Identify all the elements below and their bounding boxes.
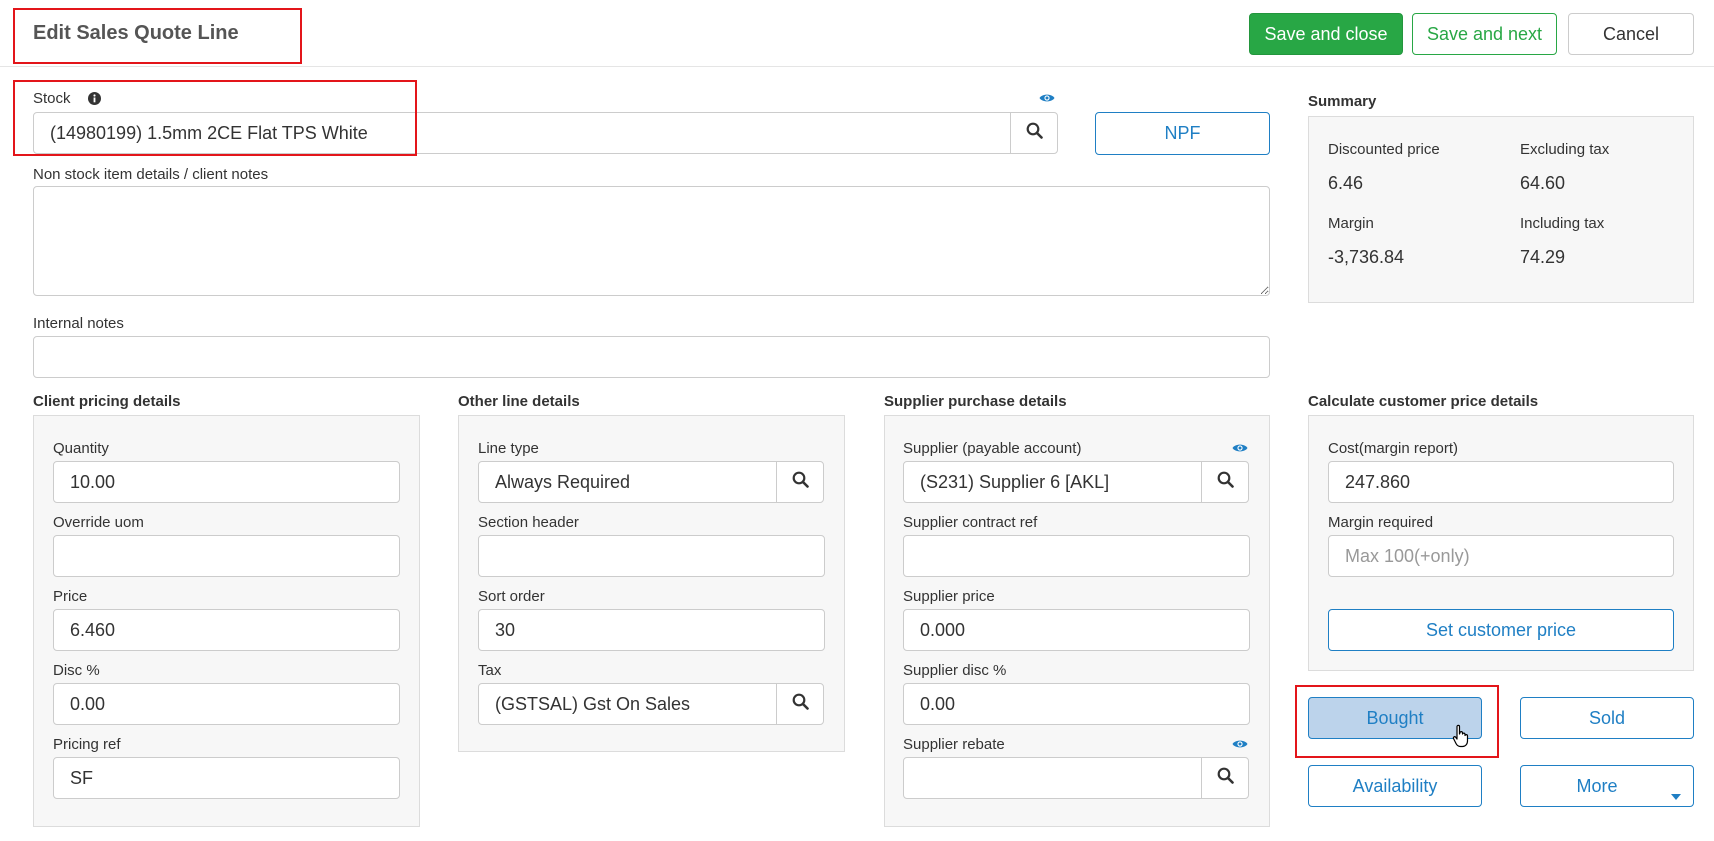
discounted-price-value: 6.46	[1328, 173, 1364, 193]
pricing-ref-label: Pricing ref	[53, 736, 121, 753]
supplier-input[interactable]: (S231) Supplier 6 [AKL]	[903, 461, 1202, 503]
supplier-purchase-title: Supplier purchase details	[884, 393, 1067, 410]
save-and-close-button[interactable]: Save and close	[1249, 13, 1403, 55]
excluding-tax-label: Excluding tax	[1520, 141, 1610, 158]
discounted-price-label: Discounted price	[1328, 141, 1440, 158]
search-icon	[792, 471, 809, 493]
contract-ref-label: Supplier contract ref	[903, 514, 1038, 531]
supplier-price-label: Supplier price	[903, 588, 995, 605]
eye-icon[interactable]	[1232, 737, 1248, 749]
section-header-input[interactable]	[478, 535, 825, 577]
override-uom-input[interactable]	[53, 535, 400, 577]
supplier-disc-input[interactable]: 0.00	[903, 683, 1250, 725]
tax-label: Tax	[478, 662, 502, 679]
quantity-input[interactable]: 10.00	[53, 461, 400, 503]
override-uom-label: Override uom	[53, 514, 144, 531]
line-type-input[interactable]: Always Required	[478, 461, 777, 503]
tax-input[interactable]: (GSTSAL) Gst On Sales	[478, 683, 777, 725]
cost-input[interactable]: 247.860	[1328, 461, 1674, 503]
non-stock-notes-textarea[interactable]	[33, 186, 1270, 296]
client-pricing-title: Client pricing details	[33, 393, 181, 410]
set-customer-price-button[interactable]: Set customer price	[1328, 609, 1674, 651]
margin-required-input[interactable]: Max 100(+only)	[1328, 535, 1674, 577]
availability-button[interactable]: Availability	[1308, 765, 1482, 807]
supplier-rebate-input[interactable]	[903, 757, 1202, 799]
including-tax-value: 74.29	[1520, 247, 1566, 267]
line-type-label: Line type	[478, 440, 539, 457]
price-input[interactable]: 6.460	[53, 609, 400, 651]
header-divider	[0, 66, 1714, 67]
excluding-tax-value: 64.60	[1520, 173, 1566, 193]
supplier-label: Supplier (payable account)	[903, 440, 1082, 457]
summary-title: Summary	[1308, 93, 1377, 110]
non-stock-notes-label: Non stock item details / client notes	[33, 166, 269, 183]
sort-order-input[interactable]: 30	[478, 609, 825, 651]
cancel-button[interactable]: Cancel	[1568, 13, 1694, 55]
internal-notes-label: Internal notes	[33, 315, 124, 332]
supplier-rebate-search-button[interactable]	[1201, 757, 1249, 799]
more-dropdown-button[interactable]: More	[1520, 765, 1694, 807]
disc-input[interactable]: 0.00	[53, 683, 400, 725]
page-title: Edit Sales Quote Line	[33, 22, 239, 44]
supplier-rebate-label: Supplier rebate	[903, 736, 1005, 753]
margin-label: Margin	[1328, 215, 1374, 232]
more-label: More	[1576, 775, 1618, 796]
supplier-disc-label: Supplier disc %	[903, 662, 1007, 679]
stock-search-button[interactable]	[1010, 112, 1058, 154]
internal-notes-input[interactable]	[33, 336, 1270, 378]
hand-cursor-icon	[1452, 724, 1470, 748]
disc-label: Disc %	[53, 662, 100, 679]
search-icon	[1217, 471, 1234, 493]
margin-required-label: Margin required	[1328, 514, 1434, 531]
stock-label: Stock	[33, 90, 71, 107]
quantity-label: Quantity	[53, 440, 109, 457]
price-label: Price	[53, 588, 88, 605]
npf-button[interactable]: NPF	[1095, 112, 1270, 155]
eye-icon[interactable]	[1232, 441, 1248, 453]
sold-button[interactable]: Sold	[1520, 697, 1694, 739]
info-icon[interactable]	[88, 92, 101, 105]
contract-ref-input[interactable]	[903, 535, 1250, 577]
cost-label: Cost(margin report)	[1328, 440, 1459, 457]
pricing-ref-input[interactable]: SF	[53, 757, 400, 799]
eye-icon[interactable]	[1039, 91, 1055, 103]
search-icon	[1026, 122, 1043, 144]
stock-input[interactable]: (14980199) 1.5mm 2CE Flat TPS White	[33, 112, 1011, 154]
caret-down-icon	[1671, 784, 1681, 805]
line-type-search-button[interactable]	[776, 461, 824, 503]
other-line-title: Other line details	[458, 393, 580, 410]
supplier-search-button[interactable]	[1201, 461, 1249, 503]
section-header-label: Section header	[478, 514, 579, 531]
including-tax-label: Including tax	[1520, 215, 1605, 232]
supplier-price-input[interactable]: 0.000	[903, 609, 1250, 651]
sort-order-label: Sort order	[478, 588, 545, 605]
search-icon	[792, 693, 809, 715]
search-icon	[1217, 767, 1234, 789]
margin-value: -3,736.84	[1328, 247, 1405, 267]
save-and-next-button[interactable]: Save and next	[1412, 13, 1557, 55]
tax-search-button[interactable]	[776, 683, 824, 725]
calc-price-title: Calculate customer price details	[1308, 393, 1539, 410]
